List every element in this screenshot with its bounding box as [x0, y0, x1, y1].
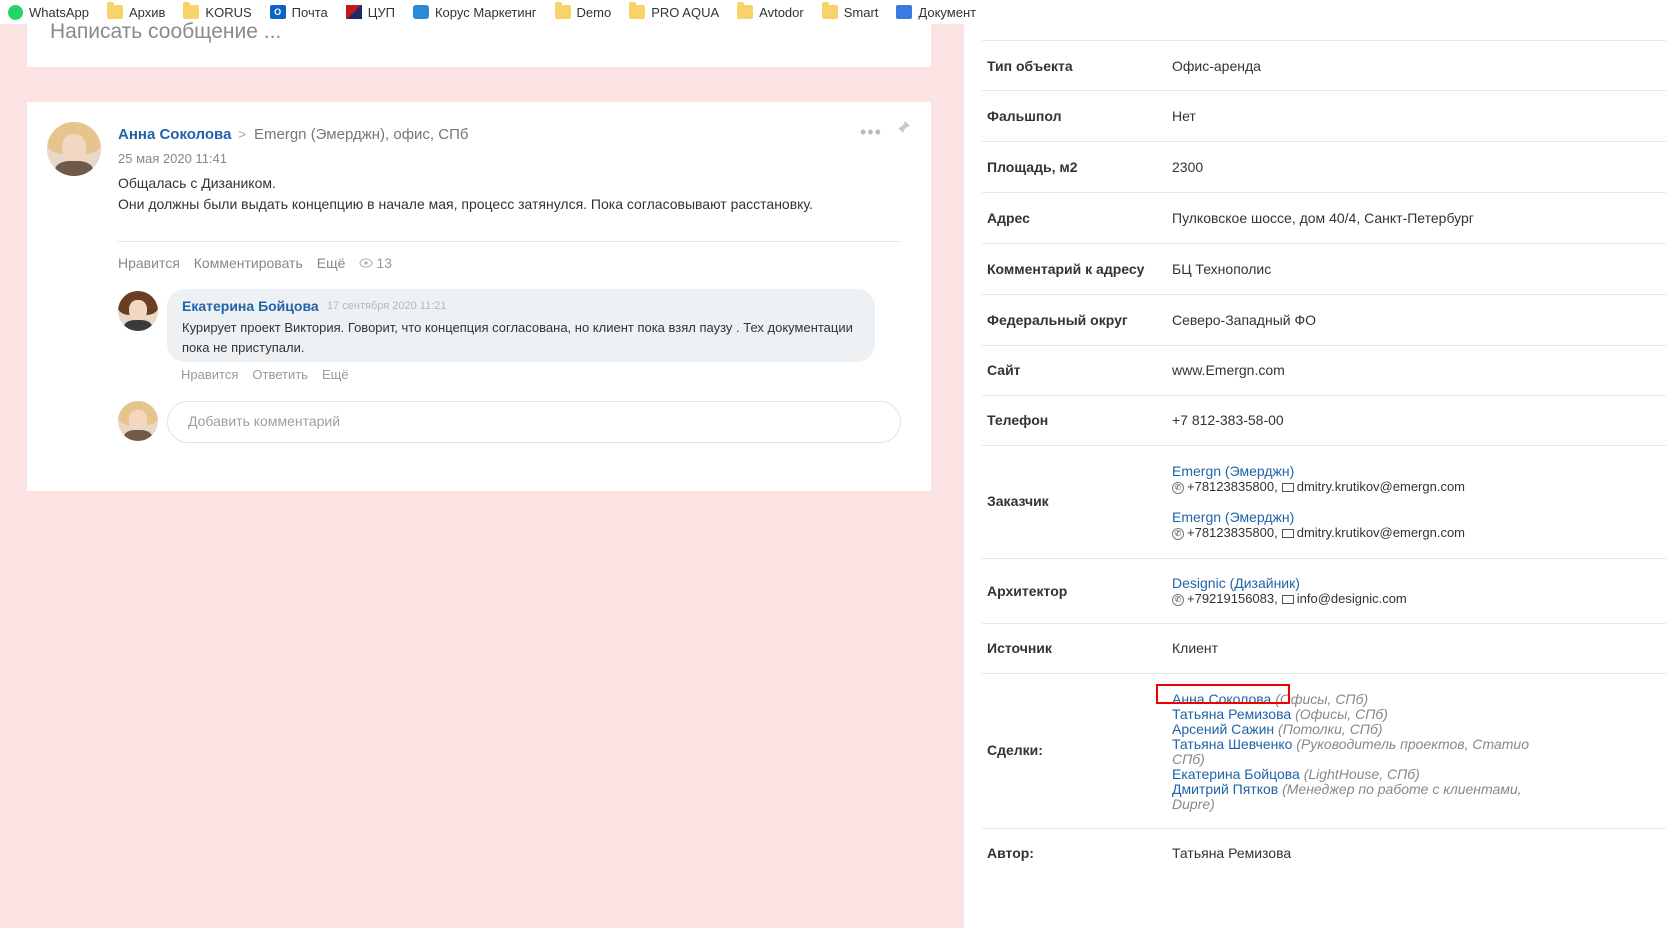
row-object-type: Тип объекта Офис-аренда: [982, 41, 1666, 91]
row-source: Источник Клиент: [982, 624, 1666, 674]
bookmark-archive[interactable]: Архив: [99, 2, 175, 20]
whatsapp-icon: [8, 4, 23, 20]
bookmark-pro-aqua[interactable]: PRO AQUA: [621, 2, 729, 20]
post-text: Общалась с Дизаником. Они должны были вы…: [118, 175, 813, 212]
comment-button[interactable]: Комментировать: [194, 255, 303, 271]
like-button[interactable]: Нравится: [118, 255, 180, 271]
views-counter: 13: [359, 255, 392, 271]
add-comment-field[interactable]: [167, 401, 901, 443]
more-button[interactable]: Ещё: [317, 255, 346, 271]
post-actions: Нравится Комментировать Ещё 13: [118, 255, 392, 271]
highlight-box: [1156, 684, 1290, 704]
phone-icon: ✆: [1172, 527, 1184, 540]
site-link[interactable]: www.Emergn.com: [1172, 362, 1285, 378]
details-row: [982, 24, 1666, 41]
row-phone: Телефон +7 812-383-58-00: [982, 396, 1666, 446]
bookmark-whatsapp[interactable]: WhatsApp: [0, 4, 99, 20]
compose-placeholder: Написать сообщение ...: [50, 20, 282, 43]
post-author-link[interactable]: Анна Соколова: [118, 126, 231, 143]
row-customer: Заказчик Emergn (Эмерджн) ✆ +78123835800,…: [982, 446, 1666, 559]
customer-link[interactable]: Emergn (Эмерджн): [1172, 509, 1294, 525]
mail-icon: [1281, 483, 1294, 493]
comment-like-button[interactable]: Нравится: [181, 367, 238, 382]
bookmark-korus[interactable]: KORUS: [175, 2, 261, 20]
folder-icon: [737, 2, 754, 19]
row-author: Автор: Татьяна Ремизова: [987, 845, 1292, 861]
avatar: [118, 401, 158, 441]
pin-icon[interactable]: [897, 120, 911, 134]
add-comment-input[interactable]: [186, 412, 870, 430]
author-link[interactable]: Татьяна Ремизова: [1172, 845, 1291, 861]
customer-link[interactable]: Emergn (Эмерджн): [1172, 463, 1294, 479]
deal-item: Татьяна Ремизова (Офисы, СПб): [1172, 706, 1388, 722]
bookmark-tsup[interactable]: ЦУП: [338, 5, 405, 20]
comment-more-button[interactable]: Ещё: [322, 367, 349, 382]
bookmark-korus-marketing[interactable]: Корус Маркетинг: [405, 5, 547, 20]
phone-icon: ✆: [1172, 593, 1184, 606]
row-architect: Архитектор Designic (Дизайник) ✆ +7921915…: [982, 559, 1666, 624]
bookmark-demo[interactable]: Demo: [547, 2, 622, 20]
chevron-right-icon: >: [238, 126, 247, 142]
row-address-comment: Комментарий к адресу БЦ Технополис: [982, 244, 1666, 295]
phone-icon: ✆: [1172, 481, 1184, 494]
folder-icon: [106, 2, 123, 19]
divider: [118, 241, 900, 242]
bookmark-document[interactable]: Документ: [888, 5, 986, 20]
eye-icon: [359, 258, 373, 268]
deals-list: Анна Соколова (Офисы, СПб) Татьяна Ремиз…: [1172, 692, 1542, 812]
mail-icon: [1281, 595, 1294, 605]
tsup-icon: [345, 5, 362, 19]
folder-icon: [629, 2, 646, 19]
bookmark-avtodor[interactable]: Avtodor: [729, 2, 814, 20]
comment-reply-button[interactable]: Ответить: [252, 367, 308, 382]
folder-icon: [821, 2, 838, 19]
outlook-icon: O: [269, 5, 286, 19]
comment-text: Курирует проект Виктория. Говорит, что к…: [182, 320, 853, 355]
deal-item: Арсений Сажин (Потолки, СПб): [1172, 721, 1383, 737]
post-date: 25 мая 2020 11:41: [118, 151, 227, 166]
compose-box[interactable]: Написать сообщение ...: [27, 20, 931, 67]
folder-icon: [183, 2, 200, 19]
comment-actions: Нравится Ответить Ещё: [181, 367, 349, 382]
row-false-floor: Фальшпол Нет: [982, 91, 1666, 142]
deal-item: Екатерина Бойцова (LightHouse, СПб): [1172, 766, 1420, 782]
mail-icon: [1281, 529, 1294, 539]
avatar[interactable]: [47, 122, 101, 176]
document-icon: [896, 5, 913, 19]
more-options-icon[interactable]: •••: [860, 122, 882, 143]
row-area: Площадь, м2 2300: [982, 142, 1666, 193]
row-address: Адрес Пулковское шоссе, дом 40/4, Санкт-…: [982, 193, 1666, 244]
row-site: Сайт www.Emergn.com: [982, 346, 1666, 396]
deal-item: Татьяна Шевченко (Руководитель проектов,…: [1172, 736, 1529, 767]
comment-bubble: Екатерина Бойцова 17 сентября 2020 11:21…: [167, 289, 875, 362]
comment-author-link[interactable]: Екатерина Бойцова: [182, 298, 319, 314]
comment-date: 17 сентября 2020 11:21: [327, 300, 447, 312]
bookmark-mail[interactable]: O Почта: [262, 5, 338, 20]
bookmark-smart[interactable]: Smart: [814, 2, 889, 20]
deal-item: Дмитрий Пятков (Менеджер по работе с кли…: [1172, 781, 1522, 812]
row-federal-district: Федеральный округ Северо-Западный ФО: [982, 295, 1666, 346]
folder-icon: [554, 2, 571, 19]
avatar[interactable]: [118, 291, 158, 331]
row-deals: Сделки: Анна Соколова (Офисы, СПб) Татья…: [982, 674, 1666, 829]
details-panel: Тип объекта Офис-аренда Фальшпол Нет Пло…: [964, 24, 1666, 928]
korus-icon: [412, 5, 429, 19]
architect-link[interactable]: Designic (Дизайник): [1172, 575, 1300, 591]
post-destination[interactable]: Emergn (Эмерджн), офис, СПб: [254, 126, 468, 143]
feed-post: Анна Соколова > Emergn (Эмерджн), офис, …: [27, 102, 931, 491]
